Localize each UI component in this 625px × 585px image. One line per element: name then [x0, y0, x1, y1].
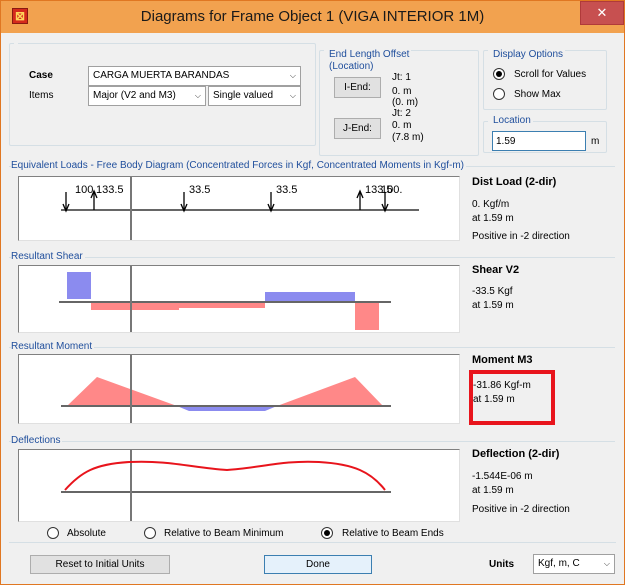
shear-plot — [18, 265, 460, 333]
equivalent-loads-title: Equivalent Loads - Free Body Diagram (Co… — [11, 160, 466, 171]
moment-title: Resultant Moment — [11, 341, 95, 352]
deflection-title: Deflections — [11, 435, 63, 446]
load-value-label: 100. — [75, 184, 96, 196]
scroll-values-label: Scroll for Values — [514, 69, 587, 80]
iend-button[interactable]: I-End: — [334, 77, 381, 98]
window-title: Diagrams for Frame Object 1 (VIGA INTERI… — [140, 8, 485, 25]
chevron-down-icon: ⌵ — [603, 559, 610, 568]
moment-region — [67, 377, 177, 406]
moment-m3-value: -31.86 Kgf-m — [473, 380, 531, 391]
moment-divider — [9, 347, 615, 348]
deflection-direction: Positive in -2 direction — [472, 504, 570, 515]
dist-load-direction: Positive in -2 direction — [472, 231, 570, 242]
relative-min-radio[interactable] — [144, 527, 156, 539]
shear-v2-value: -33.5 Kgf — [472, 286, 513, 297]
end-length-offset-title: End Length Offset — [327, 49, 412, 60]
moment-plot — [18, 354, 460, 424]
display-options-title: Display Options — [491, 49, 566, 60]
deflection-divider — [9, 441, 615, 442]
load-value-label: 100. — [381, 184, 402, 196]
deflection-plot — [18, 449, 460, 522]
iend-joint: Jt: 1 — [392, 72, 411, 83]
end-length-offset-subtitle: (Location) — [329, 61, 374, 72]
shear-block — [265, 292, 355, 302]
deflection-location: at 1.59 m — [472, 485, 514, 496]
equivalent-loads-plot: 100. 133.5 33.5 33.5 133.5 100. — [18, 176, 460, 241]
title-bar[interactable]: ⊠ Diagrams for Frame Object 1 (VIGA INTE… — [1, 1, 624, 33]
case-select[interactable]: CARGA MUERTA BARANDAS ⌵ — [88, 66, 301, 86]
moment-m3-location: at 1.59 m — [473, 394, 515, 405]
units-select-value: Kgf, m, C — [538, 558, 580, 569]
chevron-down-icon: ⌵ — [194, 91, 201, 100]
deflection-value: -1.544E-06 m — [472, 471, 533, 482]
relative-min-label: Relative to Beam Minimum — [164, 528, 284, 539]
jend-button[interactable]: J-End: — [334, 118, 381, 139]
jend-location: (7.8 m) — [392, 132, 424, 143]
location-title: Location — [491, 115, 533, 126]
show-max-label: Show Max — [514, 89, 561, 100]
shear-block — [67, 272, 91, 299]
load-value-label: 133.5 — [96, 184, 124, 196]
items-select-value: Major (V2 and M3) — [93, 90, 176, 101]
moment-m3-title: Moment M3 — [472, 354, 533, 366]
shear-v2-location: at 1.59 m — [472, 300, 514, 311]
chevron-down-icon: ⌵ — [289, 71, 296, 80]
shear-divider — [9, 257, 615, 258]
items-select[interactable]: Major (V2 and M3) ⌵ — [88, 86, 206, 106]
chevron-down-icon: ⌵ — [289, 91, 296, 100]
scroll-values-radio[interactable] — [493, 68, 505, 80]
dialog-body: Case CARGA MUERTA BARANDAS ⌵ Items Major… — [9, 33, 616, 578]
relative-ends-radio[interactable] — [321, 527, 333, 539]
reset-units-button[interactable]: Reset to Initial Units — [30, 555, 170, 574]
moment-diagram — [61, 355, 391, 423]
relative-ends-label: Relative to Beam Ends — [342, 528, 444, 539]
free-body-diagram: 100. 133.5 33.5 33.5 133.5100. — [61, 177, 419, 240]
shear-v2-title: Shear V2 — [472, 264, 520, 276]
case-label: Case — [29, 70, 53, 81]
dialog-window: ⊠ Diagrams for Frame Object 1 (VIGA INTE… — [0, 0, 625, 585]
load-value-label: 33.5 — [189, 184, 210, 196]
show-max-radio[interactable] — [493, 88, 505, 100]
location-input[interactable] — [492, 131, 586, 151]
iend-location: (0. m) — [392, 97, 419, 108]
case-select-value: CARGA MUERTA BARANDAS — [93, 70, 230, 81]
done-button[interactable]: Done — [264, 555, 372, 574]
shear-block — [91, 302, 179, 310]
dist-load-location: at 1.59 m — [472, 213, 514, 224]
valued-select-value: Single valued — [213, 90, 274, 101]
dist-load-title: Dist Load (2-dir) — [472, 176, 557, 188]
jend-offset-value: 0. m — [392, 120, 412, 131]
load-value-label: 33.5 — [276, 184, 297, 196]
iend-offset-value: 0. m — [392, 86, 412, 97]
deflection-title-side: Deflection (2-dir) — [472, 448, 560, 460]
jend-joint: Jt: 2 — [392, 108, 411, 119]
moment-region — [277, 377, 383, 406]
location-unit: m — [591, 136, 600, 147]
absolute-label: Absolute — [67, 528, 106, 539]
valued-select[interactable]: Single valued ⌵ — [208, 86, 301, 106]
shear-diagram — [59, 266, 391, 332]
close-button[interactable]: ✕ — [580, 1, 624, 25]
units-label: Units — [489, 559, 514, 570]
shear-title: Resultant Shear — [11, 251, 85, 262]
absolute-radio[interactable] — [47, 527, 59, 539]
items-label: Items — [29, 90, 54, 101]
deflection-diagram — [61, 450, 391, 521]
units-select[interactable]: Kgf, m, C ⌵ — [533, 554, 615, 574]
dist-load-value: 0. Kgf/m — [472, 199, 510, 210]
shear-block — [355, 302, 379, 330]
deflection-curve — [64, 460, 386, 491]
